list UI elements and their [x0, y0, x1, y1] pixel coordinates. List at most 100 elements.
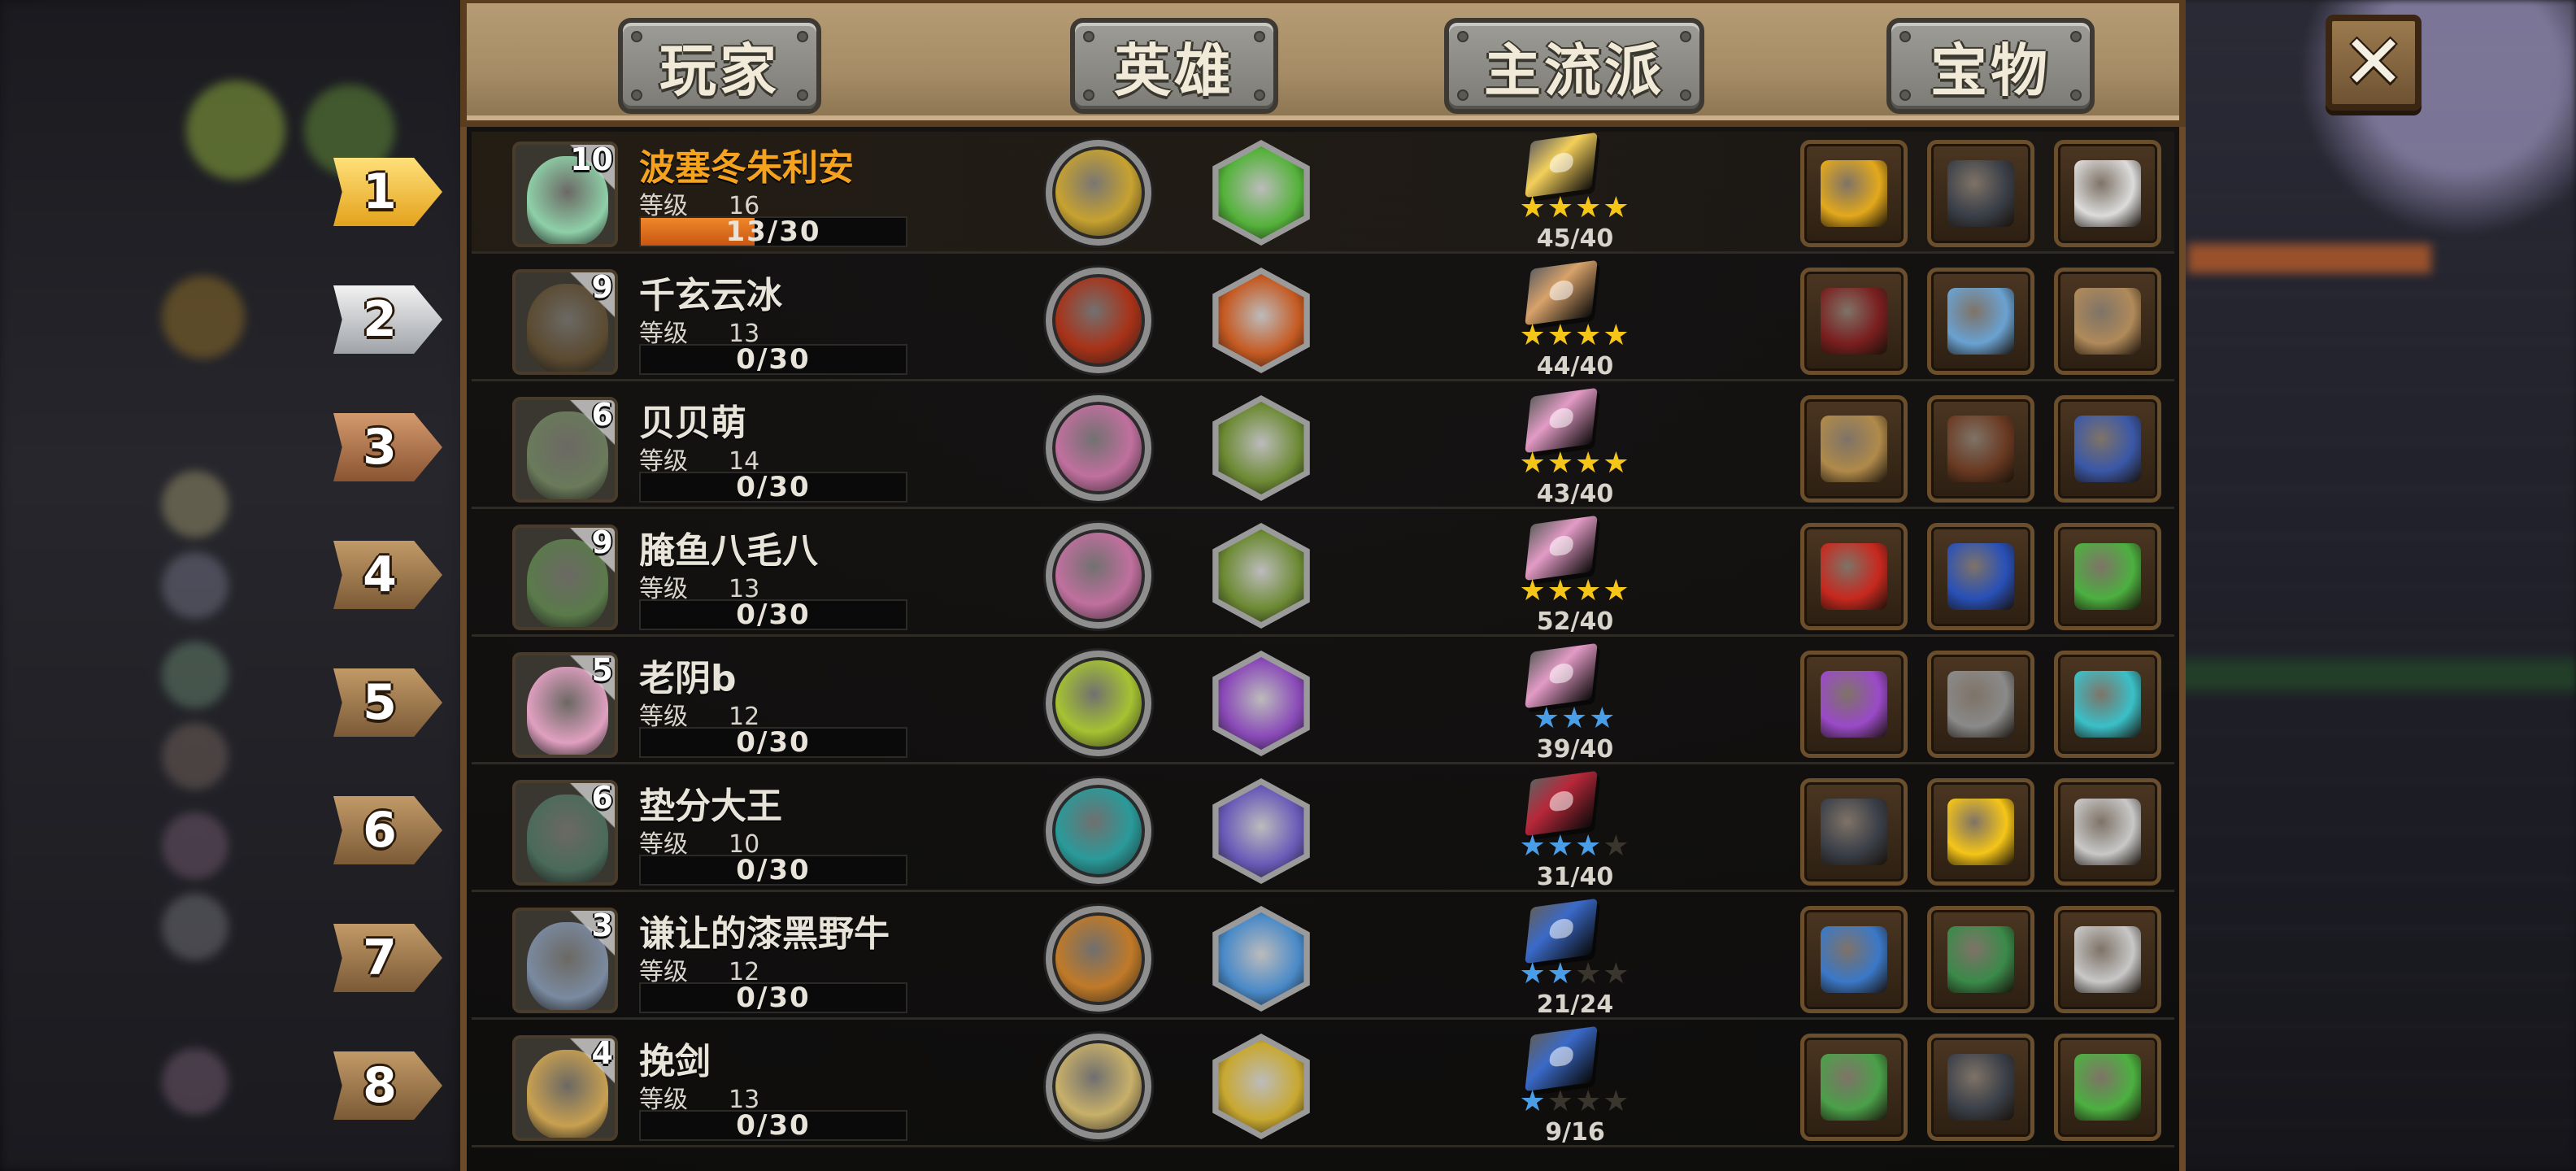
player-row[interactable]: 6 垫分大王 等级 10 0/30 ★★★★ 31/40 — [472, 770, 2174, 892]
xp-bar: 0/30 — [639, 599, 907, 631]
treasure-slot[interactable] — [1800, 268, 1908, 375]
treasure-slot[interactable] — [2054, 523, 2161, 630]
treasure-slot[interactable] — [1800, 778, 1908, 886]
hero-orb-icon[interactable] — [1046, 268, 1151, 373]
faction-book-icon[interactable] — [1525, 387, 1598, 454]
treasure-slot[interactable] — [2054, 140, 2161, 247]
tab-player-label: 玩家 — [659, 37, 780, 104]
tab-main-faction[interactable]: 主流派 — [1444, 18, 1704, 114]
hero-skill-hex[interactable] — [1212, 651, 1310, 756]
hero-skill-hex[interactable] — [1212, 778, 1310, 884]
faction-book-icon[interactable] — [1525, 770, 1598, 837]
treasure-slot[interactable] — [2054, 778, 2161, 886]
hero-orb-icon[interactable] — [1046, 906, 1151, 1012]
treasure-slot[interactable] — [1800, 140, 1908, 247]
blue-gem-icon — [1947, 543, 2014, 610]
treasure-slot[interactable] — [2054, 395, 2161, 503]
faction-book-icon[interactable] — [1525, 132, 1598, 198]
faction-book-icon[interactable] — [1525, 898, 1598, 964]
hero-skill-icon — [1218, 146, 1304, 239]
faction-book-icon[interactable] — [1525, 515, 1598, 581]
player-name: 贝贝萌 — [639, 403, 746, 444]
treasure-slot[interactable] — [1927, 395, 2034, 503]
hero-orb-icon[interactable] — [1046, 395, 1151, 501]
treasure-slot[interactable] — [1800, 523, 1908, 630]
stone-statue-icon — [2074, 926, 2141, 993]
hero-skill-hex[interactable] — [1212, 140, 1310, 246]
treasure-slot[interactable] — [1927, 1034, 2034, 1141]
treasure-slot[interactable] — [2054, 906, 2161, 1013]
xp-text: 0/30 — [736, 854, 811, 886]
player-row[interactable]: 9 腌鱼八毛八 等级 13 0/30 ★★★★ 52/40 — [472, 515, 2174, 637]
avatar-level: 6 — [591, 780, 613, 816]
hero-skill-hex[interactable] — [1212, 523, 1310, 629]
hero-skill-hex[interactable] — [1212, 268, 1310, 373]
tab-treasure[interactable]: 宝物 — [1886, 18, 2095, 114]
player-avatar[interactable]: 3 — [512, 908, 618, 1013]
hero-skill-hex[interactable] — [1212, 906, 1310, 1012]
player-name: 千玄云冰 — [639, 275, 782, 316]
player-avatar[interactable]: 10 — [512, 141, 618, 247]
silver-coin-icon — [2074, 160, 2141, 227]
faction-stars: ★★★★ — [1506, 832, 1644, 861]
treasure-slot[interactable] — [1800, 651, 1908, 758]
player-avatar[interactable]: 6 — [512, 397, 618, 503]
faction-book-icon[interactable] — [1525, 1025, 1598, 1092]
star-icon: ★ — [1603, 574, 1631, 607]
treasure-slot[interactable] — [1800, 1034, 1908, 1141]
hero-skill-hex[interactable] — [1212, 395, 1310, 501]
player-row[interactable]: 3 谦让的漆黑野牛 等级 12 0/30 ★★★★ 21/24 — [472, 898, 2174, 1020]
player-row[interactable]: 6 贝贝萌 等级 14 0/30 ★★★★ 43/40 — [472, 387, 2174, 509]
treasure-slot[interactable] — [2054, 268, 2161, 375]
avatar-level: 6 — [591, 397, 613, 433]
player-avatar[interactable]: 9 — [512, 525, 618, 630]
treasure-slot[interactable] — [1927, 140, 2034, 247]
treasure-slot[interactable] — [1800, 906, 1908, 1013]
treasure-slot[interactable] — [1927, 268, 2034, 375]
tab-player[interactable]: 玩家 — [618, 18, 821, 114]
player-avatar[interactable]: 9 — [512, 269, 618, 375]
star-icon: ★ — [1547, 319, 1575, 352]
faction-book-icon[interactable] — [1525, 259, 1598, 326]
close-button[interactable]: ✕ — [2326, 15, 2422, 111]
green-potion-icon — [2074, 1054, 2141, 1121]
hero-skill-icon — [1218, 1040, 1304, 1133]
tab-hero[interactable]: 英雄 — [1070, 18, 1278, 114]
treasure-slot[interactable] — [1800, 395, 1908, 503]
avatar-level: 9 — [591, 269, 613, 305]
treasure-slot[interactable] — [1927, 523, 2034, 630]
stone-ring-icon — [1947, 671, 2014, 738]
player-row[interactable]: 10 波塞冬朱利安 等级 16 13/30 ★★★★ 45/40 — [472, 132, 2174, 254]
player-avatar[interactable]: 6 — [512, 780, 618, 886]
player-row[interactable]: 5 老阴b 等级 12 0/30 ★★★ 39/40 — [472, 642, 2174, 764]
star-icon: ★ — [1603, 446, 1631, 480]
hero-orb-icon[interactable] — [1046, 778, 1151, 884]
purple-potion-icon — [1821, 671, 1887, 738]
treasure-slot[interactable] — [1927, 778, 2034, 886]
faction-stars: ★★★★ — [1506, 449, 1644, 478]
treasure-slot[interactable] — [2054, 1034, 2161, 1141]
player-avatar[interactable]: 5 — [512, 652, 618, 758]
hero-orb-icon[interactable] — [1046, 140, 1151, 246]
faction-stars: ★★★★ — [1506, 194, 1644, 223]
hero-skill-hex[interactable] — [1212, 1034, 1310, 1139]
treasure-slot[interactable] — [1927, 906, 2034, 1013]
empty-star-icon: ★ — [1547, 1085, 1575, 1118]
empty-star-icon: ★ — [1575, 957, 1603, 990]
cyan-rune-icon — [2074, 671, 2141, 738]
xp-bar: 0/30 — [639, 1109, 907, 1142]
treasure-slot[interactable] — [1927, 651, 2034, 758]
pirate-hat-icon — [1821, 799, 1887, 865]
faction-progress: 9/16 — [1545, 1118, 1605, 1147]
faction-book-icon[interactable] — [1525, 642, 1598, 709]
player-row[interactable]: 4 挽剑 等级 13 0/30 ★★★★ 9/16 — [472, 1025, 2174, 1147]
player-row[interactable]: 9 千玄云冰 等级 13 0/30 ★★★★ 44/40 — [472, 259, 2174, 381]
hero-orb-icon[interactable] — [1046, 651, 1151, 756]
star-icon: ★ — [1589, 702, 1617, 735]
background-highlight — [2187, 244, 2431, 273]
hero-orb-icon[interactable] — [1046, 1034, 1151, 1139]
player-avatar[interactable]: 4 — [512, 1035, 618, 1141]
treasure-slot[interactable] — [2054, 651, 2161, 758]
hero-orb-icon[interactable] — [1046, 523, 1151, 629]
star-icon: ★ — [1575, 446, 1603, 480]
